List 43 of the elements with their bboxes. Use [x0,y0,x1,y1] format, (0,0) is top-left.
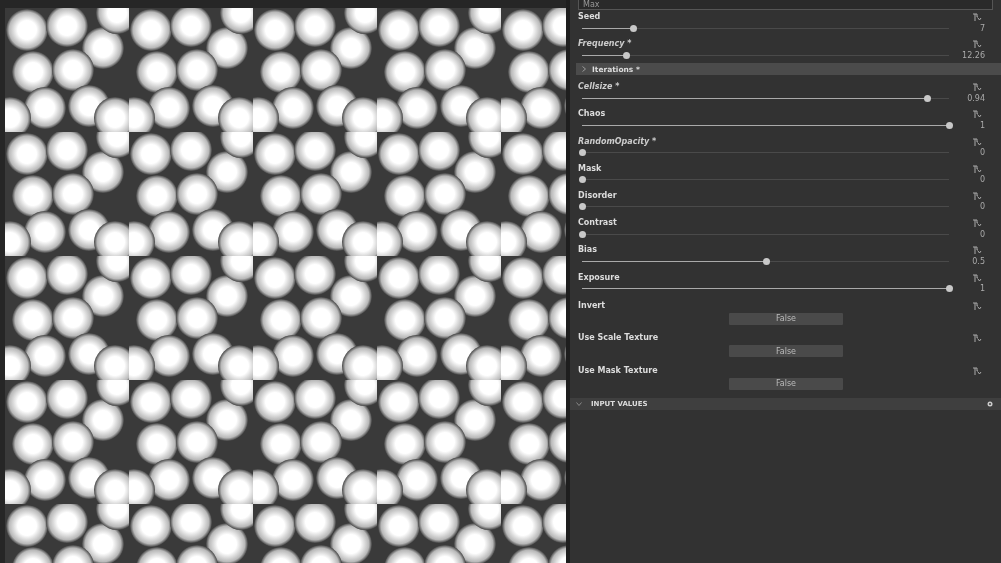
settings-icon[interactable] [987,401,993,408]
slider-value: 0 [979,201,985,213]
parameter-label: Invert [578,300,606,311]
parameter-label: Use Scale Texture [578,333,659,344]
parameter-label: Use Mask Texture [578,365,658,376]
parameter-label: RandomOpacity * [578,136,657,147]
parameter-label: Disorder [578,190,617,201]
parameter-icon[interactable] [972,40,982,49]
parameter-label: Seed [578,12,601,22]
slider-value: 0 [979,147,985,159]
chevron-right-icon [582,66,586,73]
slider-value: 0.94 [967,92,985,104]
parameter-icon[interactable] [972,334,982,344]
parameter-label: Contrast [578,218,617,229]
slider-value: 7 [979,22,985,34]
toggle-button[interactable]: False [729,312,843,325]
parameter-icon[interactable] [972,191,982,201]
slider-value: 0 [979,228,985,240]
toggle-button[interactable]: False [729,345,843,358]
parameter-icon[interactable] [972,164,982,174]
parameter-icon[interactable] [972,83,982,93]
parameter-icon[interactable] [972,219,982,229]
parameter-label: Bias [578,245,597,256]
parameter-icon[interactable] [972,273,982,283]
parameter-label: Mask [578,163,602,174]
parameter-label: Chaos [578,109,606,120]
parameter-icon[interactable] [972,246,982,256]
parameter-icon[interactable] [972,366,982,376]
parameter-icon[interactable] [972,301,982,311]
parameter-icon[interactable] [972,13,982,22]
parameter-icon[interactable] [972,137,982,147]
slider-value: 1 [979,283,985,294]
parameter-label: Exposure [578,272,620,283]
parameter-label: Cellsize * [578,82,620,93]
slider-value: 0 [979,174,985,186]
chevron-down-icon [576,402,582,407]
dropdown[interactable]: Max [578,0,993,10]
parameter-label: Frequency * [578,39,632,49]
parameter-icon[interactable] [972,110,982,120]
toggle-button[interactable]: False [729,377,843,390]
slider-value: 0.5 [972,255,985,267]
slider-value: 12.26 [962,49,985,61]
slider-value: 1 [979,119,985,131]
